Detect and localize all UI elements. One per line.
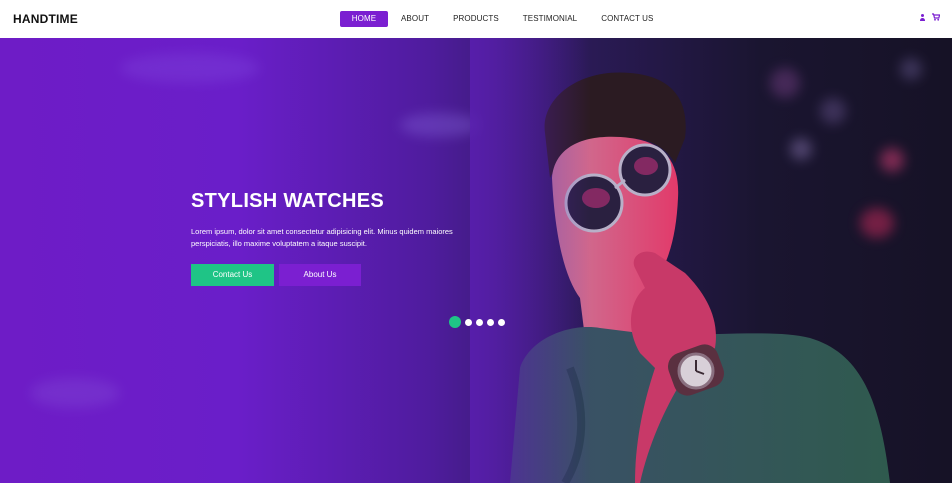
nav-item-about[interactable]: ABOUT xyxy=(389,11,441,27)
hero-description: Lorem ipsum, dolor sit amet consectetur … xyxy=(191,227,453,248)
user-icon[interactable] xyxy=(919,13,926,22)
slider-indicators xyxy=(449,316,505,328)
nav-item-testimonial[interactable]: TESTIMONIAL xyxy=(511,11,589,27)
slider-dot[interactable] xyxy=(476,318,483,326)
contact-us-button[interactable]: Contact Us xyxy=(191,264,274,286)
bokeh-light xyxy=(120,53,260,83)
header-icons xyxy=(919,13,940,22)
cart-icon[interactable] xyxy=(932,13,940,22)
slider-dot[interactable] xyxy=(487,318,494,326)
bokeh-light xyxy=(400,113,480,137)
bokeh-light xyxy=(30,378,120,408)
slider-dot[interactable] xyxy=(465,318,472,326)
brand-logo[interactable]: HANDTIME xyxy=(13,12,78,26)
nav-item-home[interactable]: HOME xyxy=(340,11,388,27)
site-header: HANDTIME HOME ABOUT PRODUCTS TESTIMONIAL… xyxy=(0,0,952,38)
about-us-button[interactable]: About Us xyxy=(279,264,361,286)
model-photo xyxy=(470,38,952,483)
hero-banner: STYLISH WATCHES Lorem ipsum, dolor sit a… xyxy=(0,38,952,483)
slider-dot-active[interactable] xyxy=(449,316,461,328)
nav-item-contact-us[interactable]: CONTACT US xyxy=(589,11,665,27)
slider-dot[interactable] xyxy=(498,318,505,326)
hero-title: STYLISH WATCHES xyxy=(191,190,385,212)
nav-item-products[interactable]: PRODUCTS xyxy=(441,11,511,27)
main-nav: HOME ABOUT PRODUCTS TESTIMONIAL CONTACT … xyxy=(340,11,665,27)
